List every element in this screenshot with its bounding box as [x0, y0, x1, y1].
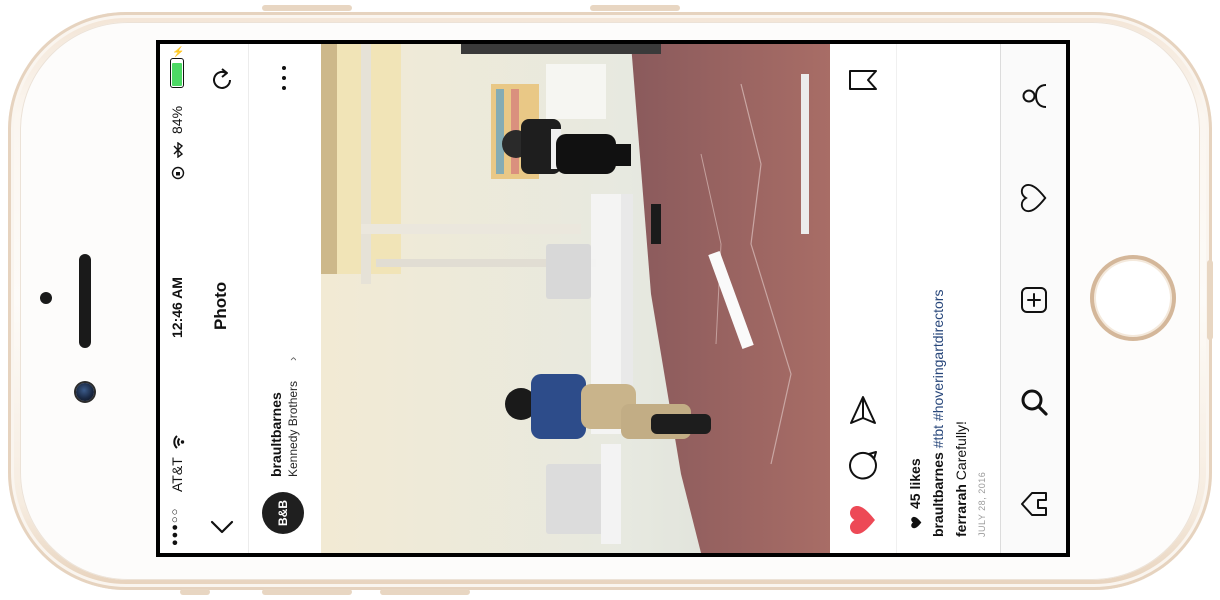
comment-icon[interactable] — [847, 449, 879, 481]
likes-count[interactable]: 45 likes — [907, 458, 923, 509]
nav-bar: Photo — [196, 44, 249, 553]
more-dots-icon[interactable] — [281, 66, 287, 90]
home-icon — [1021, 492, 1047, 516]
home-button[interactable] — [1090, 255, 1176, 341]
post-caption-area: 45 likes braultbarnes #tbt #hoveringartd… — [896, 44, 1000, 553]
tab-home[interactable] — [1014, 484, 1054, 524]
post-header: B&B braultbarnes Kennedy Brothers › — [248, 44, 320, 553]
charging-bolt-icon: ⚡ — [172, 47, 185, 58]
tab-new-post[interactable] — [1014, 280, 1054, 320]
caption-hashtags[interactable]: #tbt #hoveringartdirectors — [930, 290, 946, 449]
post-photo[interactable] — [321, 44, 830, 553]
comment-line: ferrarah Carefully! — [953, 421, 969, 537]
share-send-icon[interactable] — [847, 394, 879, 426]
wifi-icon — [173, 435, 185, 449]
post-username[interactable]: braultbarnes — [268, 392, 284, 477]
tab-bar — [1000, 44, 1066, 553]
bluetooth-icon — [173, 142, 184, 158]
like-heart-icon[interactable] — [847, 504, 879, 536]
plus-square-icon — [1021, 287, 1047, 313]
status-bar: ●●●○○ AT&T 12:46 AM 84% ⚡ — [160, 44, 196, 553]
heart-outline-icon — [1020, 183, 1047, 213]
location-chevron-icon: › — [285, 356, 300, 361]
caption-username[interactable]: braultbarnes — [930, 452, 946, 537]
battery-percent: 84% — [169, 105, 185, 134]
caption-line: braultbarnes #tbt #hoveringartdirectors — [930, 290, 946, 537]
front-camera — [76, 383, 94, 401]
tab-search[interactable] — [1014, 382, 1054, 422]
profile-icon — [1022, 84, 1047, 108]
earpiece-speaker — [79, 254, 91, 348]
likes-heart-icon — [911, 516, 922, 529]
battery-icon — [170, 58, 184, 88]
side-button-bottom-3 — [380, 589, 470, 595]
office-photo — [321, 44, 830, 553]
side-button-bottom-1 — [180, 589, 210, 595]
side-button-right — [1207, 260, 1213, 340]
side-button-top-1 — [262, 5, 352, 11]
comment-text: Carefully! — [953, 421, 969, 481]
page-title: Photo — [211, 281, 230, 330]
status-time: 12:46 AM — [169, 277, 185, 338]
post-actions — [830, 44, 897, 553]
rotation-lock-icon — [171, 166, 185, 180]
side-button-bottom-2 — [262, 589, 352, 595]
post-date: JULY 28, 2016 — [977, 471, 987, 537]
phone-screen: ●●●○○ AT&T 12:46 AM 84% ⚡ Photo B&B brau… — [156, 40, 1070, 557]
refresh-icon[interactable] — [208, 66, 236, 94]
comment-username[interactable]: ferrarah — [953, 484, 969, 537]
back-chevron-icon[interactable] — [208, 514, 236, 540]
signal-dots: ●●●○○ — [169, 507, 181, 546]
bookmark-icon[interactable] — [847, 64, 879, 96]
instagram-app: ●●●○○ AT&T 12:46 AM 84% ⚡ Photo B&B brau… — [160, 44, 1066, 553]
search-icon — [1021, 389, 1048, 416]
side-button-top-2 — [590, 5, 680, 11]
post-location[interactable]: Kennedy Brothers — [286, 381, 300, 477]
tab-profile[interactable] — [1014, 76, 1054, 116]
avatar-logo-text: B&B — [276, 500, 290, 526]
tab-activity[interactable] — [1014, 178, 1054, 218]
carrier-label: AT&T — [169, 457, 185, 492]
avatar[interactable]: B&B — [262, 492, 304, 534]
proximity-sensor — [40, 292, 52, 304]
